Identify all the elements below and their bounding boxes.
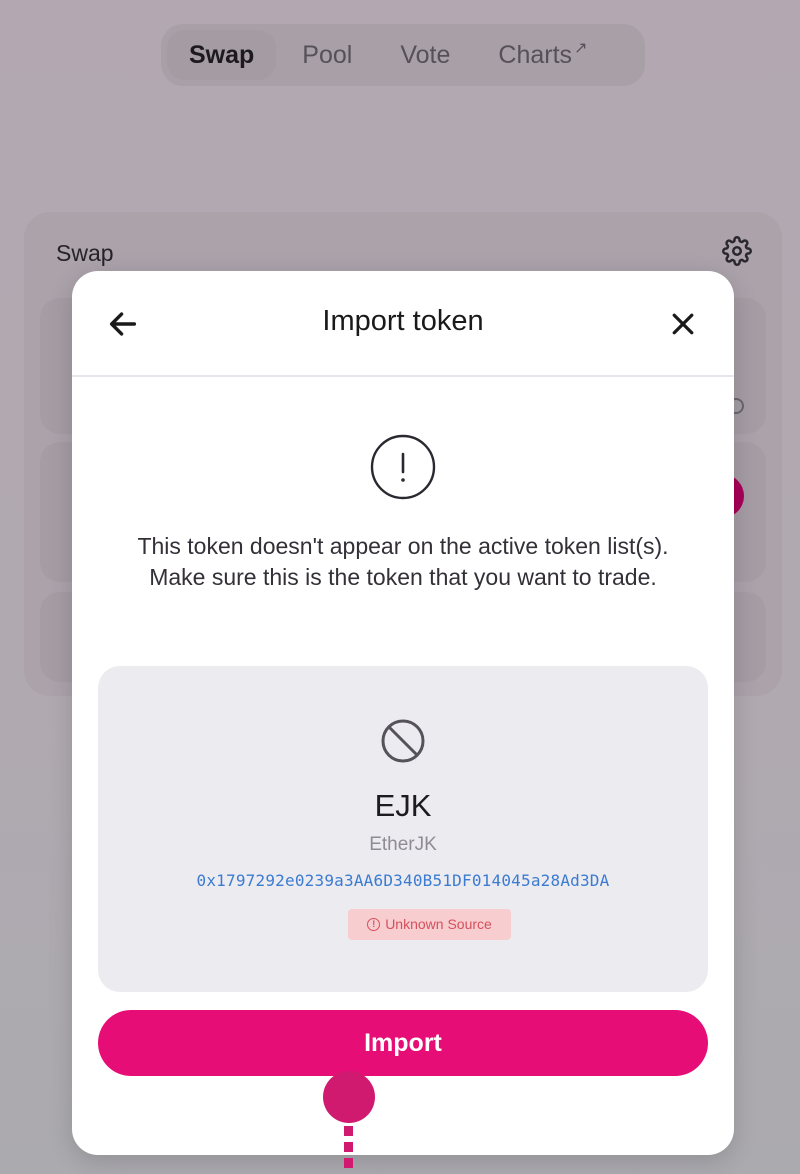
swap-card-title: Swap	[56, 240, 114, 266]
tab-swap-label: Swap	[189, 41, 255, 69]
alert-circle-icon	[370, 434, 436, 500]
tap-indicator-dot	[323, 1071, 375, 1123]
warning-message: This token doesn't appear on the active …	[137, 533, 669, 590]
tab-charts[interactable]: Charts ↗	[476, 30, 609, 80]
token-card: EJK EtherJK 0x1797292e0239a3AA6D340B51DF…	[98, 666, 708, 992]
unknown-source-badge: ! Unknown Source	[348, 909, 511, 940]
tab-charts-label: Charts	[498, 41, 573, 69]
tab-vote-label: Vote	[400, 41, 451, 69]
tap-indicator-line	[344, 1126, 353, 1174]
modal-title: Import token	[322, 305, 484, 337]
modal-header: Import token	[72, 271, 734, 377]
tab-swap[interactable]: Swap	[167, 30, 277, 80]
gear-icon[interactable]	[722, 236, 752, 266]
ban-icon	[381, 719, 425, 763]
import-button[interactable]: Import	[98, 1010, 708, 1076]
token-symbol: EJK	[374, 788, 432, 823]
external-arrow-icon: ↗	[574, 40, 588, 57]
token-name: EtherJK	[369, 834, 437, 855]
close-icon[interactable]	[668, 309, 698, 339]
alert-icon: !	[367, 917, 381, 931]
import-token-modal: Import token This token doesn't appear o…	[72, 271, 734, 1155]
tab-pool[interactable]: Pool	[280, 30, 374, 80]
token-address-link[interactable]: 0x1797292e0239a3AA6D340B51DF014045a28Ad3…	[98, 871, 708, 890]
tab-pool-label: Pool	[302, 41, 353, 69]
tab-vote[interactable]: Vote	[378, 30, 472, 80]
source-badge-label: Unknown Source	[385, 916, 492, 932]
top-nav: Swap Pool Vote Charts ↗	[161, 24, 645, 86]
